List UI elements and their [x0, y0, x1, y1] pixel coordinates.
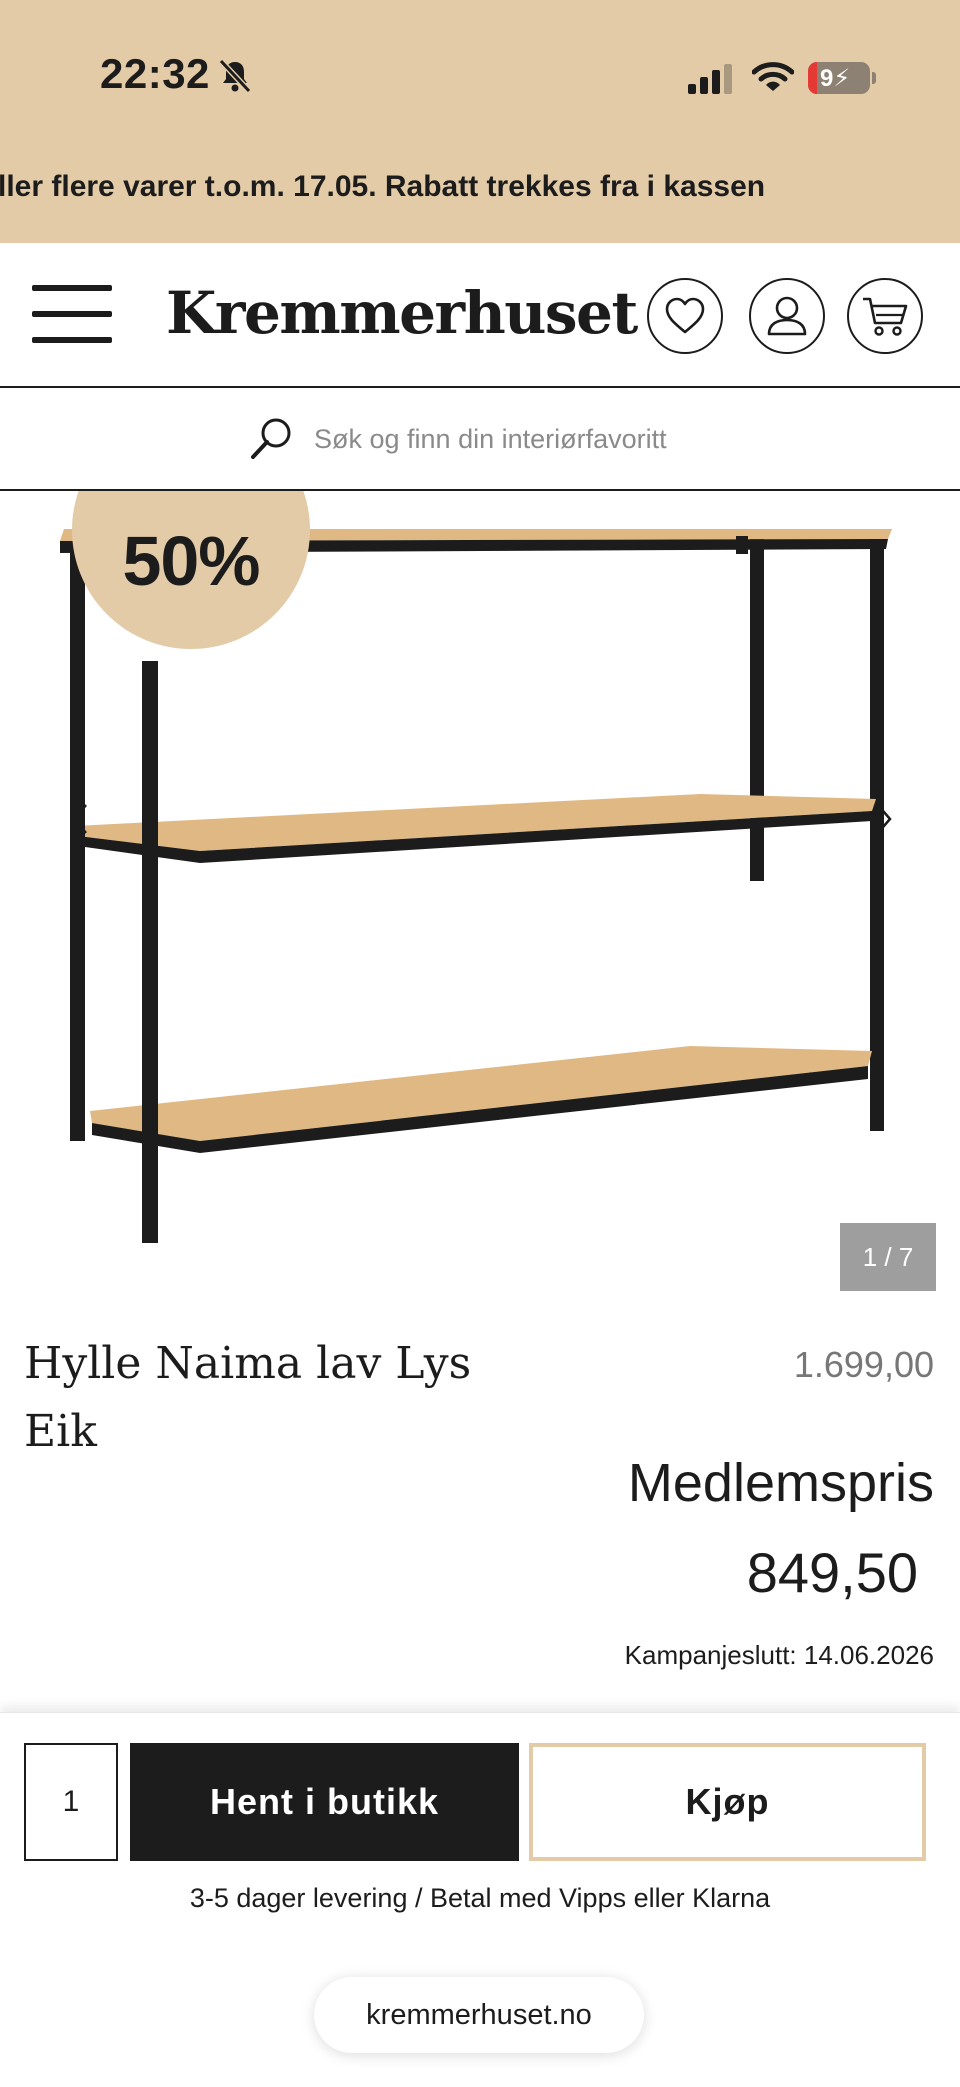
buy-button[interactable]: Kjøp	[529, 1743, 926, 1861]
cart-icon	[863, 297, 908, 336]
purchase-bar: Hent i butikk Kjøp 3-5 dager levering / …	[0, 1712, 960, 2087]
chevron-right-icon[interactable]	[872, 799, 894, 839]
promo-marquee[interactable]: ller flere varer t.o.m. 17.05. Rabatt tr…	[0, 170, 960, 210]
product-title: Hylle Naima lav Lys Eik	[24, 1338, 472, 1457]
browser-url-bar[interactable]: kremmerhuset.no	[314, 1977, 644, 2053]
campaign-end-date: Kampanjeslutt: 14.06.2026	[624, 1640, 934, 1670]
pickup-in-store-button[interactable]: Hent i butikk	[130, 1743, 519, 1861]
battery-icon: 9⚡	[808, 62, 876, 94]
menu-icon-bar-top	[32, 285, 112, 291]
site-logo[interactable]: Kremmerhuset	[166, 279, 638, 347]
wifi-icon	[752, 62, 794, 91]
battery-level: 9	[820, 65, 834, 92]
top-banner: 22:32 9⚡ ller flere varer t.o.m. 17.05. …	[0, 0, 960, 243]
image-counter: 1 / 7	[840, 1223, 936, 1291]
promo-text: ller flere varer t.o.m. 17.05. Rabatt tr…	[0, 170, 766, 203]
menu-icon-bar-bottom	[32, 337, 112, 343]
member-price-label: Medlemspris	[627, 1453, 934, 1513]
wishlist-button[interactable]	[647, 278, 723, 354]
cellular-signal-icon	[688, 64, 732, 94]
user-icon	[767, 296, 807, 336]
heart-icon	[665, 297, 705, 334]
site-header: Kremmerhuset	[0, 243, 960, 388]
menu-icon-bar-middle	[32, 311, 112, 317]
search-input[interactable]	[314, 418, 834, 460]
chevron-left-icon[interactable]	[70, 799, 92, 839]
status-time: 22:32	[100, 50, 210, 97]
product-gallery[interactable]: 50% 1 / 7	[0, 491, 960, 1301]
discount-text: 50%	[122, 522, 260, 600]
delivery-info: 3-5 dager levering / Betal med Vipps ell…	[189, 1883, 771, 1913]
account-button[interactable]	[749, 278, 825, 354]
quantity-input[interactable]	[24, 1743, 118, 1861]
search-bar	[0, 388, 960, 491]
menu-button[interactable]	[32, 283, 112, 345]
bell-muted-icon	[218, 58, 252, 94]
search-icon[interactable]	[248, 416, 294, 462]
member-price: 849,50	[746, 1541, 918, 1604]
cart-button[interactable]	[847, 278, 923, 354]
original-price: 1.699,00	[793, 1344, 934, 1385]
